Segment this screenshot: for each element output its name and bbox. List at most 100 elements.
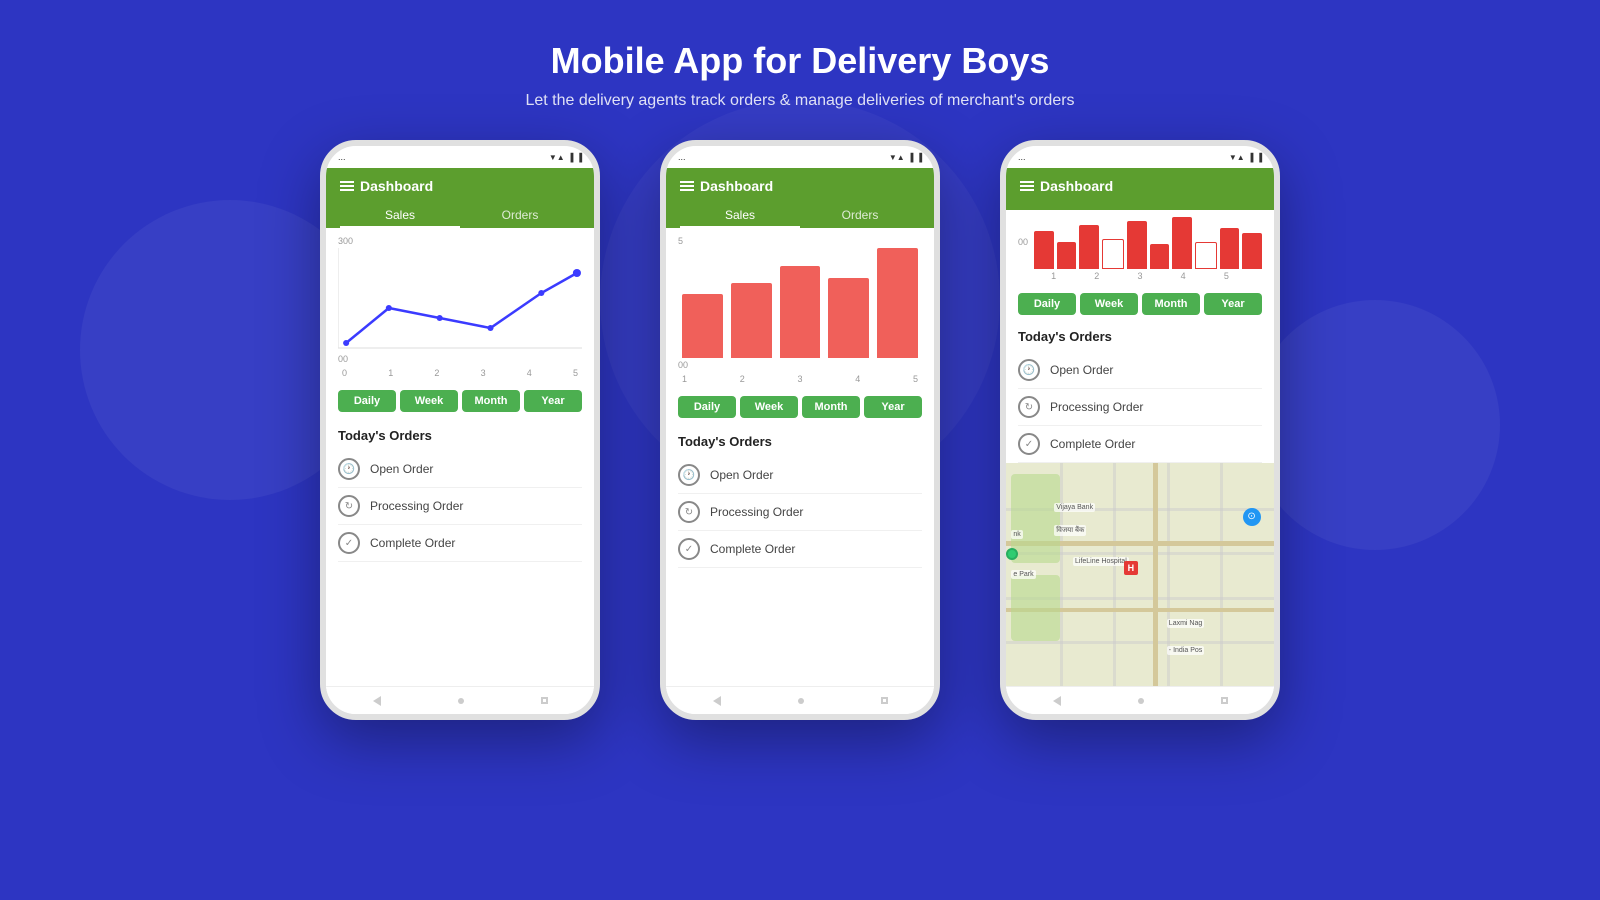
- top-bar-6: [1150, 244, 1170, 269]
- wifi-icon-3: ▐: [1248, 153, 1254, 162]
- page-header: Mobile App for Delivery Boys Let the del…: [525, 40, 1074, 110]
- order-item-complete-1: ✓ Complete Order: [338, 525, 582, 562]
- menu-icon-1[interactable]: [340, 181, 354, 191]
- open-order-label-3: Open Order: [1050, 363, 1113, 377]
- orders-section-1: Today's Orders 🕐 Open Order ↻ Processing…: [326, 420, 594, 686]
- order-item-processing-2: ↻ Processing Order: [678, 494, 922, 531]
- nav-recent-2[interactable]: [881, 697, 888, 704]
- signal-icon-1: ▼▲: [549, 153, 565, 162]
- location-marker-blue: ⊙: [1243, 508, 1261, 526]
- map-label-park: e Park: [1011, 570, 1035, 579]
- period-buttons-2: Daily Week Month Year: [666, 388, 934, 426]
- top-bar-4: [1102, 239, 1124, 269]
- phone-bottom-nav-2: [666, 686, 934, 714]
- top-x-labels-3: 12345: [1006, 269, 1274, 285]
- btn-daily-3[interactable]: Daily: [1018, 293, 1076, 315]
- nav-home-2[interactable]: [798, 698, 804, 704]
- nav-back-2[interactable]: [713, 696, 721, 706]
- top-chart-y-label: 00: [1018, 237, 1028, 247]
- tab-sales-1[interactable]: Sales: [340, 202, 460, 228]
- top-bar-2: [1057, 242, 1077, 270]
- chart-area-1: 300 00 012345: [326, 228, 594, 382]
- btn-week-1[interactable]: Week: [400, 390, 458, 412]
- status-time-1: ...: [338, 152, 346, 162]
- battery-icon-2: ▐: [916, 153, 922, 162]
- line-chart-1: [338, 248, 582, 358]
- open-order-label-2: Open Order: [710, 468, 773, 482]
- top-bar-1: [1034, 231, 1054, 270]
- signal-icon-2: ▼▲: [889, 153, 905, 162]
- chart-y-bottom-2: 00: [678, 360, 922, 370]
- hospital-marker: H: [1124, 561, 1138, 575]
- x-labels-1: 012345: [338, 366, 582, 378]
- bar-1: [682, 294, 723, 358]
- check-icon-3: ✓: [1018, 433, 1040, 455]
- bar-4: [828, 278, 869, 358]
- nav-back-3[interactable]: [1053, 696, 1061, 706]
- header-tabs-1: Sales Orders: [340, 202, 580, 228]
- phone-3: ... ▼▲ ▐ ▐ Dashboard 00: [1000, 140, 1280, 720]
- phone-content-3: Dashboard 00: [1006, 168, 1274, 714]
- chart-y-label-2: 5: [678, 236, 922, 246]
- status-bar-2: ... ▼▲ ▐ ▐: [666, 146, 934, 168]
- phone-header-1: Dashboard Sales Orders: [326, 168, 594, 228]
- nav-recent-3[interactable]: [1221, 697, 1228, 704]
- top-bar-5: [1127, 221, 1147, 269]
- location-pin-green: [1006, 548, 1018, 560]
- map-label-india-pos: - India Pos: [1167, 646, 1204, 655]
- order-item-open-2: 🕐 Open Order: [678, 457, 922, 494]
- chart-area-2: 5 00 12345: [666, 228, 934, 388]
- btn-week-3[interactable]: Week: [1080, 293, 1138, 315]
- nav-back-1[interactable]: [373, 696, 381, 706]
- btn-month-3[interactable]: Month: [1142, 293, 1200, 315]
- btn-daily-2[interactable]: Daily: [678, 396, 736, 418]
- phone-content-1: Dashboard Sales Orders 300: [326, 168, 594, 714]
- processing-order-label-3: Processing Order: [1050, 400, 1143, 414]
- nav-home-1[interactable]: [458, 698, 464, 704]
- battery-icon-1: ▐: [576, 153, 582, 162]
- battery-icon-3: ▐: [1256, 153, 1262, 162]
- map-label-hospital: LifeLine Hospital: [1073, 557, 1129, 566]
- btn-month-2[interactable]: Month: [802, 396, 860, 418]
- phone-content-2: Dashboard Sales Orders 5 00 123: [666, 168, 934, 714]
- phone-header-2: Dashboard Sales Orders: [666, 168, 934, 228]
- chart-y-label-1: 300: [338, 236, 582, 246]
- order-item-open-3: 🕐 Open Order: [1018, 352, 1262, 389]
- map-label-laxmi: Laxmi Nag: [1167, 619, 1204, 628]
- top-bar-chart-3: [1034, 214, 1262, 269]
- order-item-processing-3: ↻ Processing Order: [1018, 389, 1262, 426]
- order-item-complete-2: ✓ Complete Order: [678, 531, 922, 568]
- menu-icon-2[interactable]: [680, 181, 694, 191]
- orders-section-2: Today's Orders 🕐 Open Order ↻ Processing…: [666, 426, 934, 686]
- btn-year-1[interactable]: Year: [524, 390, 582, 412]
- order-item-open-1: 🕐 Open Order: [338, 451, 582, 488]
- menu-icon-3[interactable]: [1020, 181, 1034, 191]
- clock-icon-2: 🕐: [678, 464, 700, 486]
- map-green-1: [1011, 474, 1059, 563]
- orders-title-1: Today's Orders: [338, 428, 582, 443]
- tab-sales-2[interactable]: Sales: [680, 202, 800, 228]
- complete-order-label-3: Complete Order: [1050, 437, 1135, 451]
- top-bar-8: [1195, 242, 1217, 270]
- check-icon-2: ✓: [678, 538, 700, 560]
- tab-orders-1[interactable]: Orders: [460, 202, 580, 228]
- btn-daily-1[interactable]: Daily: [338, 390, 396, 412]
- btn-year-2[interactable]: Year: [864, 396, 922, 418]
- complete-order-label-1: Complete Order: [370, 536, 455, 550]
- status-time-2: ...: [678, 152, 686, 162]
- phone-bottom-nav-3: [1006, 686, 1274, 714]
- btn-year-3[interactable]: Year: [1204, 293, 1262, 315]
- orders-title-3: Today's Orders: [1018, 329, 1262, 344]
- period-buttons-3: Daily Week Month Year: [1006, 285, 1274, 323]
- refresh-icon-2: ↻: [678, 501, 700, 523]
- btn-week-2[interactable]: Week: [740, 396, 798, 418]
- nav-home-3[interactable]: [1138, 698, 1144, 704]
- btn-month-1[interactable]: Month: [462, 390, 520, 412]
- check-icon-1: ✓: [338, 532, 360, 554]
- page-title: Mobile App for Delivery Boys: [525, 40, 1074, 82]
- nav-recent-1[interactable]: [541, 697, 548, 704]
- bar-chart-2: [678, 248, 922, 358]
- processing-order-label-1: Processing Order: [370, 499, 463, 513]
- status-bar-1: ... ▼▲ ▐ ▐: [326, 146, 594, 168]
- tab-orders-2[interactable]: Orders: [800, 202, 920, 228]
